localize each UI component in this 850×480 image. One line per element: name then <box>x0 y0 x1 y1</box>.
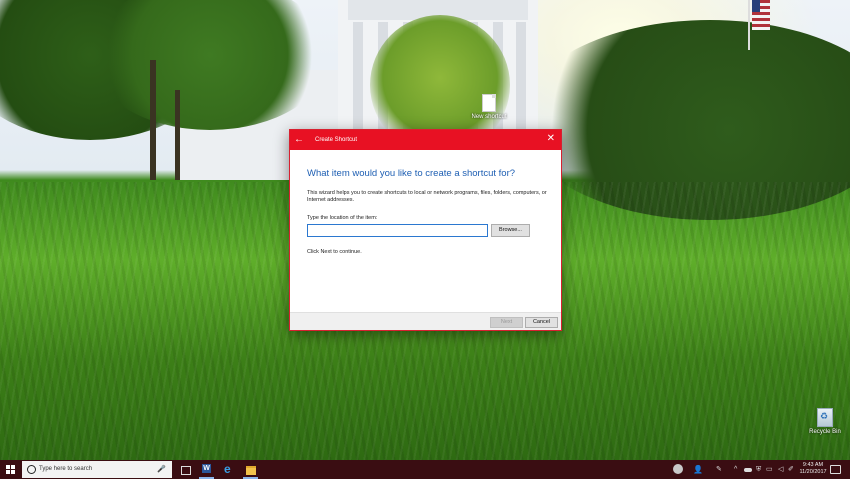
file-explorer-icon[interactable] <box>243 462 258 479</box>
dialog-content: What item would you like to create a sho… <box>307 150 549 255</box>
taskbar-search[interactable]: Type here to search 🎤 <box>22 461 172 478</box>
action-center-icon[interactable] <box>830 465 841 474</box>
close-icon[interactable]: ✕ <box>547 133 555 145</box>
clock-time: 9:43 AM <box>802 462 824 468</box>
cancel-button[interactable]: Cancel <box>525 317 558 328</box>
dialog-title: Create Shortcut <box>315 137 358 143</box>
word-icon[interactable] <box>199 462 214 479</box>
create-shortcut-dialog: ← Create Shortcut ✕ What item would you … <box>289 129 562 331</box>
desktop-icon-label: New shortcut <box>471 114 507 120</box>
dialog-footer: Next Cancel <box>290 312 561 330</box>
pen-workspace-icon[interactable]: ✎ <box>716 460 722 479</box>
edge-icon[interactable] <box>221 462 236 477</box>
next-hint: Click Next to continue. <box>307 249 362 255</box>
flag <box>752 0 770 30</box>
back-arrow-icon[interactable]: ← <box>294 134 304 146</box>
dialog-heading: What item would you like to create a sho… <box>307 168 516 179</box>
desktop-icon-label: Recycle Bin <box>809 429 841 435</box>
onedrive-icon[interactable] <box>744 460 752 479</box>
clock-date: 11/20/2017 <box>799 469 827 475</box>
search-placeholder: Type here to search <box>39 466 93 472</box>
flag-pole <box>748 0 750 50</box>
location-label: Type the location of the item: <box>307 215 378 221</box>
location-input[interactable] <box>307 224 488 237</box>
defender-icon[interactable]: ⛨ <box>756 460 761 479</box>
start-button[interactable] <box>0 460 22 479</box>
browse-button[interactable]: Browse... <box>491 224 530 237</box>
location-row: Browse... <box>307 224 549 238</box>
dialog-titlebar[interactable]: ← Create Shortcut ✕ <box>290 130 561 150</box>
desktop-icon-recycle-bin[interactable]: Recycle Bin <box>806 408 844 435</box>
wizard-description: This wizard helps you to create shortcut… <box>307 190 547 203</box>
windows-logo-icon <box>6 465 16 474</box>
network-icon[interactable]: ▭ <box>766 460 773 479</box>
recycle-bin-icon <box>817 408 833 427</box>
task-view-icon[interactable] <box>178 462 193 477</box>
clock[interactable]: 9:43 AM 11/20/2017 <box>797 462 829 476</box>
desktop-icon-new-shortcut[interactable]: New shortcut <box>470 94 508 120</box>
people-icon[interactable] <box>693 460 703 479</box>
cortana-icon <box>27 465 36 474</box>
people-avatar-icon[interactable] <box>672 460 684 479</box>
next-button[interactable]: Next <box>490 317 523 328</box>
pen-icon[interactable]: ✐ <box>788 460 794 479</box>
shortcut-file-icon <box>482 94 496 112</box>
chevron-up-icon[interactable]: ^ <box>734 460 737 479</box>
microphone-icon[interactable]: 🎤 <box>157 465 166 473</box>
taskbar: Type here to search 🎤 ✎ ^ ⛨ ▭ ◁ ✐ 9:43 A… <box>0 460 850 479</box>
volume-icon[interactable]: ◁ <box>778 460 783 479</box>
